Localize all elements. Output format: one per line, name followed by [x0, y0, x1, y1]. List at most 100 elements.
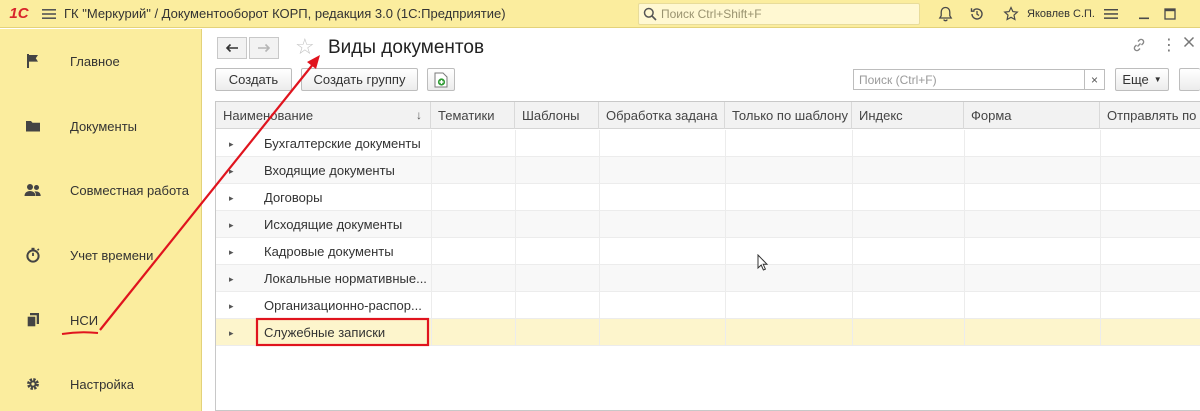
settings-menu-icon[interactable]	[1100, 0, 1122, 28]
app-logo[interactable]: 1С	[0, 0, 38, 28]
close-icon[interactable]	[1183, 35, 1195, 53]
favorite-star-icon[interactable]: ☆	[295, 35, 315, 59]
expand-group-icon[interactable]: ▸	[229, 220, 234, 231]
column-divider	[515, 211, 516, 238]
list-search-box[interactable]	[853, 69, 1085, 90]
column-divider	[1100, 211, 1101, 238]
column-divider	[599, 211, 600, 238]
table-row[interactable]: ▸ Договоры	[216, 184, 1200, 211]
minimize-icon[interactable]	[1133, 0, 1155, 28]
more-button-label: Еще	[1122, 72, 1149, 87]
table-row[interactable]: ▸ Служебные записки	[216, 319, 1200, 346]
column-divider	[852, 184, 853, 211]
table-row[interactable]: ▸ Локальные нормативные...	[216, 265, 1200, 292]
sidebar: Главное Документы Совместная работа Учет…	[0, 29, 202, 411]
column-divider	[964, 292, 965, 319]
global-search-box[interactable]	[638, 3, 920, 25]
app-title: ГК "Меркурий" / Документооборот КОРП, ре…	[64, 6, 506, 21]
forward-button[interactable]	[249, 37, 279, 59]
history-icon[interactable]	[966, 0, 988, 28]
column-divider	[1100, 238, 1101, 265]
column-divider	[515, 265, 516, 292]
sidebar-item-label: Настройка	[70, 376, 134, 392]
column-header-processing[interactable]: Обработка задана	[599, 102, 725, 129]
column-divider	[964, 319, 965, 346]
column-divider	[599, 292, 600, 319]
column-divider	[515, 238, 516, 265]
global-search-input[interactable]	[661, 7, 911, 21]
table-row[interactable]: ▸ Входящие документы	[216, 157, 1200, 184]
expand-group-icon[interactable]: ▸	[229, 139, 234, 150]
arrow-right-icon	[258, 43, 271, 53]
expand-group-icon[interactable]: ▸	[229, 247, 234, 258]
menu-icon[interactable]	[38, 0, 60, 28]
column-divider	[964, 130, 965, 157]
column-divider	[1100, 292, 1101, 319]
link-icon[interactable]	[1131, 37, 1147, 57]
column-divider	[599, 184, 600, 211]
back-button[interactable]	[217, 37, 247, 59]
sidebar-item-main[interactable]: Главное	[0, 41, 202, 81]
expand-group-icon[interactable]: ▸	[229, 328, 234, 339]
bell-icon[interactable]	[934, 0, 956, 28]
row-name: Входящие документы	[264, 163, 395, 178]
column-divider	[431, 319, 432, 346]
column-divider	[852, 130, 853, 157]
create-group-button[interactable]: Создать группу	[301, 68, 418, 91]
column-divider	[515, 130, 516, 157]
list-search-input[interactable]	[859, 72, 1059, 87]
column-header-templates[interactable]: Шаблоны	[515, 102, 599, 129]
expand-group-icon[interactable]: ▸	[229, 193, 234, 204]
user-name[interactable]: Яковлев С.П.	[1027, 0, 1095, 28]
column-divider	[599, 157, 600, 184]
column-header-send[interactable]: Отправлять по	[1100, 102, 1200, 129]
expand-group-icon[interactable]: ▸	[229, 301, 234, 312]
sort-descending-icon: ↓	[416, 108, 422, 122]
folder-icon	[24, 117, 42, 135]
sidebar-item-label: Документы	[70, 118, 138, 134]
row-name: Локальные нормативные...	[264, 271, 427, 286]
sidebar-item-collaboration[interactable]: Совместная работа	[0, 170, 202, 210]
column-header-template-only[interactable]: Только по шаблону	[725, 102, 852, 129]
sidebar-item-settings[interactable]: Настройка	[0, 364, 202, 404]
column-divider	[431, 157, 432, 184]
column-header-topics[interactable]: Тематики	[431, 102, 515, 129]
column-divider	[964, 238, 965, 265]
row-name: Исходящие документы	[264, 217, 403, 232]
more-actions-icon[interactable]: ⋮	[1161, 35, 1177, 55]
column-divider	[599, 319, 600, 346]
column-divider	[1100, 319, 1101, 346]
column-divider	[964, 265, 965, 292]
expand-group-icon[interactable]: ▸	[229, 274, 234, 285]
column-divider	[599, 265, 600, 292]
column-divider	[725, 211, 726, 238]
flag-icon	[24, 52, 42, 70]
create-button[interactable]: Создать	[215, 68, 292, 91]
sidebar-item-time-tracking[interactable]: Учет времени	[0, 235, 202, 275]
expand-group-icon[interactable]: ▸	[229, 166, 234, 177]
column-divider	[725, 130, 726, 157]
sidebar-item-reference-data[interactable]: НСИ	[0, 300, 202, 340]
help-button[interactable]	[1179, 68, 1200, 91]
column-divider	[852, 211, 853, 238]
table-row[interactable]: ▸ Организационно-распор...	[216, 292, 1200, 319]
sidebar-item-documents[interactable]: Документы	[0, 106, 202, 146]
column-header-form[interactable]: Форма	[964, 102, 1100, 129]
column-divider	[515, 184, 516, 211]
sidebar-item-label: Учет времени	[70, 247, 154, 263]
column-divider	[852, 265, 853, 292]
document-types-table[interactable]: Наименование ↓ Тематики Шаблоны Обработк…	[215, 101, 1200, 411]
table-row[interactable]: ▸ Бухгалтерские документы	[216, 130, 1200, 157]
clear-search-button[interactable]: ×	[1085, 69, 1105, 90]
column-header-name[interactable]: Наименование ↓	[216, 102, 431, 129]
column-divider	[852, 292, 853, 319]
favorites-star-icon[interactable]	[1000, 0, 1022, 28]
stopwatch-icon	[24, 246, 42, 264]
column-header-index[interactable]: Индекс	[852, 102, 964, 129]
restore-window-icon[interactable]	[1159, 0, 1181, 28]
add-from-template-button[interactable]	[427, 68, 455, 91]
more-button[interactable]: Еще ▼	[1115, 68, 1169, 91]
table-row[interactable]: ▸ Кадровые документы	[216, 238, 1200, 265]
table-row[interactable]: ▸ Исходящие документы	[216, 211, 1200, 238]
column-divider	[964, 157, 965, 184]
